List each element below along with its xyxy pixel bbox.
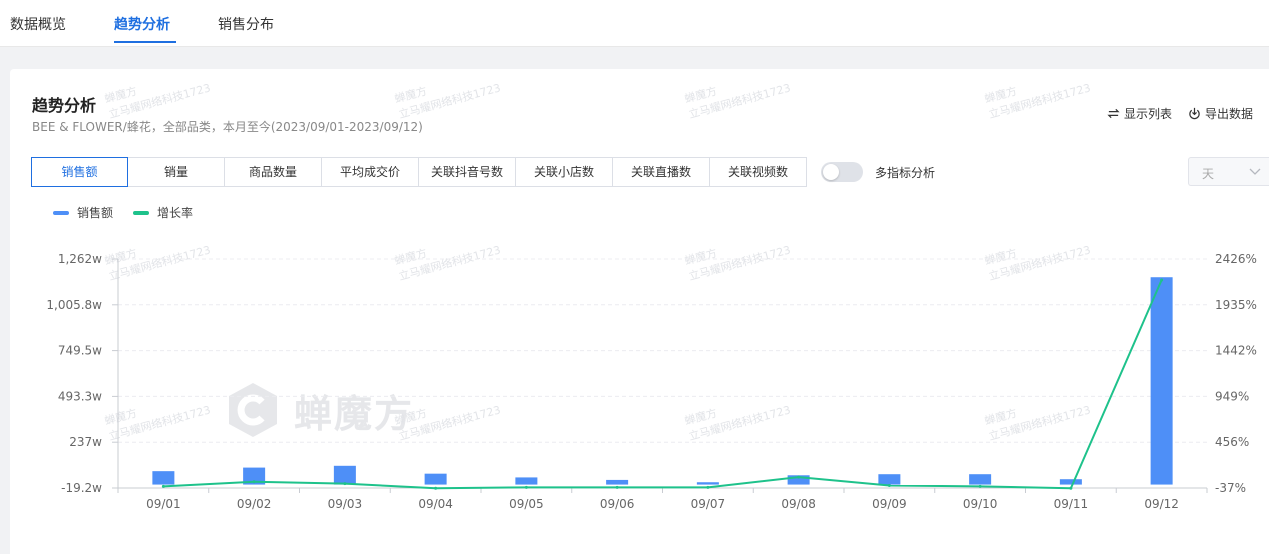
growth-line <box>163 279 1163 490</box>
x-axis-tick: 09/01 <box>146 497 181 511</box>
x-axis-tick: 09/05 <box>509 497 544 511</box>
growth-point <box>978 484 982 488</box>
trend-chart: -19.2w -37% 237w 456% 493.3w 949% 749.5w 1442% 1… <box>46 252 1257 511</box>
x-axis-tick: 09/09 <box>872 497 907 511</box>
bar <box>515 477 538 485</box>
x-axis-tick: 09/07 <box>691 497 726 511</box>
bar <box>1059 479 1082 485</box>
growth-point <box>524 485 528 489</box>
bar <box>1150 277 1173 485</box>
y-axis-right-tick: 2426% <box>1215 252 1257 266</box>
growth-point <box>252 480 256 484</box>
x-axis-tick: 09/04 <box>418 497 453 511</box>
bar <box>333 465 356 485</box>
x-axis-tick: 09/10 <box>963 497 998 511</box>
y-axis-right-tick: 456% <box>1215 435 1249 449</box>
growth-point <box>615 485 619 489</box>
y-axis-right-tick: 1935% <box>1215 298 1257 312</box>
x-axis-tick: 09/12 <box>1144 497 1179 511</box>
x-axis-tick: 09/02 <box>237 497 272 511</box>
metric-tab-sales-amount[interactable]: 销售额 <box>31 157 128 187</box>
growth-point <box>434 486 438 490</box>
bar <box>696 482 719 485</box>
x-axis-tick: 09/03 <box>328 497 363 511</box>
growth-point <box>1069 486 1073 490</box>
x-axis-tick: 09/06 <box>600 497 635 511</box>
growth-point <box>1160 278 1164 282</box>
y-axis-left-tick: -19.2w <box>61 481 102 495</box>
y-axis-left-tick: 493.3w <box>58 389 102 403</box>
bar <box>152 471 175 485</box>
y-axis-right-tick: 1442% <box>1215 344 1257 358</box>
x-axis-tick: 09/08 <box>781 497 816 511</box>
growth-point <box>797 475 801 479</box>
y-axis-right-tick: -37% <box>1215 481 1246 495</box>
y-axis-left-tick: 1,005.8w <box>46 298 102 312</box>
growth-point <box>161 484 165 488</box>
growth-point <box>343 482 347 486</box>
y-axis-left-tick: 749.5w <box>58 344 102 358</box>
x-axis-tick: 09/11 <box>1054 497 1089 511</box>
bar <box>878 474 901 485</box>
bar <box>606 479 629 485</box>
y-axis-left-tick: 237w <box>69 435 102 449</box>
growth-point <box>887 483 891 487</box>
growth-point <box>706 485 710 489</box>
y-axis-left-tick: 1,262w <box>58 252 102 266</box>
bar <box>969 474 992 485</box>
y-axis-right-tick: 949% <box>1215 389 1249 403</box>
bar <box>424 473 447 485</box>
